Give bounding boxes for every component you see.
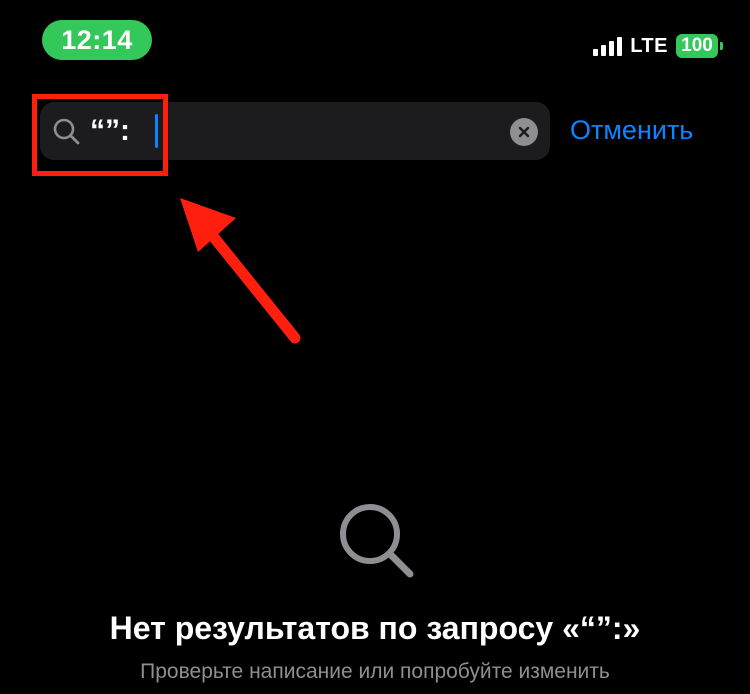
cancel-button[interactable]: Отменить: [570, 110, 693, 150]
network-type: LTE: [630, 34, 668, 57]
status-indicators: LTE 100: [593, 32, 723, 60]
battery-indicator: 100: [676, 34, 723, 58]
status-time: 12:14: [42, 20, 152, 60]
empty-state-title: Нет результатов по запросу «“”:»: [109, 610, 641, 646]
annotation-highlight-box: [32, 94, 168, 176]
empty-state-search-icon: [340, 504, 414, 578]
clear-search-button[interactable]: [510, 118, 538, 146]
empty-state-subtitle: Проверьте написание или попробуйте измен…: [140, 660, 610, 683]
battery-tip: [720, 42, 723, 50]
battery-level: 100: [681, 35, 713, 56]
xmark-icon: [518, 126, 530, 138]
cellular-signal-icon: [593, 36, 623, 56]
annotation-arrow-icon: [180, 198, 301, 344]
